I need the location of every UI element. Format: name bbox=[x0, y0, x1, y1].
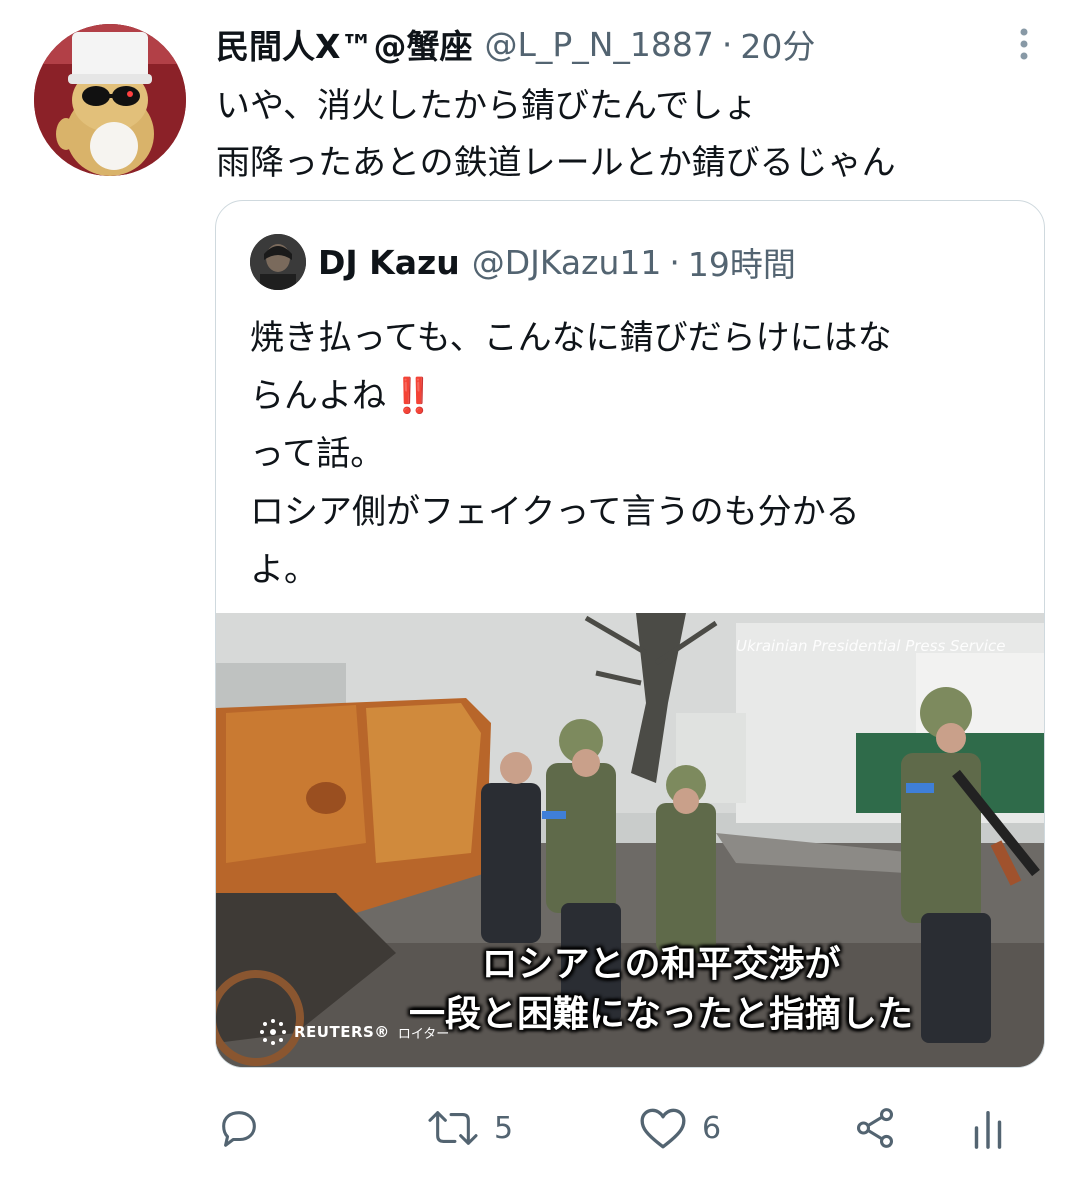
quoted-text-line: 焼き払っても、こんなに錆びだらけにはな bbox=[250, 318, 892, 358]
tweet-timestamp[interactable]: 20分 bbox=[740, 20, 815, 68]
heart-icon bbox=[640, 1108, 686, 1149]
tweet-text: いや、消火したから錆びたんでしょ 雨降ったあとの鉄道レールとか錆びるじゃん bbox=[216, 78, 1056, 192]
quoted-text-line: よ。 bbox=[250, 550, 318, 590]
quoted-tweet-text: 焼き払っても、こんなに錆びだらけにはな らんよね ‼️ って話。 ロシア側がフェイ… bbox=[250, 309, 1020, 599]
reuters-brand-text: REUTERS® bbox=[294, 1023, 390, 1041]
tweet-text-line: いや、消火したから錆びたんでしょ bbox=[216, 86, 758, 126]
more-options-icon[interactable] bbox=[1010, 24, 1038, 64]
tweet-action-bar: 5 6 bbox=[216, 1100, 1036, 1156]
quoted-text-line: らんよね ‼️ bbox=[250, 367, 1020, 425]
separator-dot: · bbox=[721, 24, 733, 64]
reply-button[interactable] bbox=[216, 1100, 262, 1156]
separator-dot: · bbox=[669, 242, 680, 282]
press-service-watermark: Ukrainian Presidential Press Service bbox=[736, 637, 1006, 655]
retweet-icon bbox=[428, 1111, 478, 1145]
quoted-author-handle[interactable]: @DJKazu11 bbox=[472, 243, 662, 282]
author-avatar[interactable] bbox=[34, 24, 186, 176]
retweet-count: 5 bbox=[494, 1110, 514, 1146]
analytics-icon bbox=[974, 1110, 1002, 1149]
tweet-text-line: 雨降ったあとの鉄道レールとか錆びるじゃん bbox=[216, 143, 896, 183]
double-exclamation-emoji: ‼️ bbox=[392, 376, 435, 416]
quoted-text-line: ロシア側がフェイクって言うのも分かる bbox=[250, 492, 860, 532]
quoted-tweet-video[interactable]: Ukrainian Presidential Press Service ロシア… bbox=[216, 613, 1044, 1067]
tweet-header: 民間人X™@蟹座 @L_P_N_1887 · 20分 bbox=[216, 20, 815, 68]
reuters-dots-icon bbox=[260, 1019, 286, 1045]
share-button[interactable] bbox=[852, 1100, 898, 1156]
like-button[interactable]: 6 bbox=[638, 1100, 721, 1156]
quoted-text-line: って話。 bbox=[250, 434, 385, 474]
author-name[interactable]: 民間人X™@蟹座 bbox=[216, 20, 472, 68]
share-icon bbox=[856, 1108, 894, 1148]
video-subtitle-line: ロシアとの和平交渉が bbox=[481, 944, 841, 985]
analytics-button[interactable] bbox=[970, 1100, 1006, 1156]
quoted-author-avatar[interactable] bbox=[250, 234, 306, 290]
quoted-tweet-header: DJ Kazu @DJKazu11 · 19時間 bbox=[250, 233, 796, 291]
reply-icon bbox=[222, 1111, 256, 1147]
reuters-jp-text: ロイター bbox=[397, 1026, 450, 1042]
author-handle[interactable]: @L_P_N_1887 bbox=[484, 25, 713, 64]
retweet-button[interactable]: 5 bbox=[426, 1100, 513, 1156]
quoted-tweet[interactable]: DJ Kazu @DJKazu11 · 19時間 焼き払っても、こんなに錆びだら… bbox=[215, 200, 1045, 1068]
quoted-text-segment: らんよね bbox=[250, 376, 386, 416]
quoted-tweet-timestamp[interactable]: 19時間 bbox=[688, 238, 796, 286]
like-count: 6 bbox=[702, 1110, 722, 1146]
reuters-logo: REUTERS® ロイター bbox=[258, 1017, 449, 1047]
quoted-author-name[interactable]: DJ Kazu bbox=[318, 243, 460, 282]
